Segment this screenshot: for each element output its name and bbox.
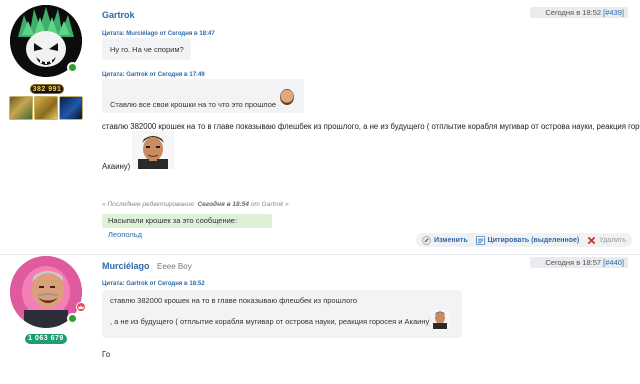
edit-button[interactable]: Изменить xyxy=(422,235,468,245)
edited-suffix: от Gartrok » xyxy=(250,201,289,208)
post-date-text: Сегодня в 18:52 xyxy=(545,8,602,17)
quote-text: , а не из будущего ( отплытие корабля му… xyxy=(110,317,432,326)
reputation-badge: 382 991 xyxy=(30,84,64,94)
sticker-image xyxy=(132,131,174,169)
sticker-face-icon xyxy=(132,131,174,169)
post-body: Го xyxy=(102,350,111,359)
sticker-face-icon xyxy=(430,309,450,329)
thanks-bar: Насыпали крошек за это сообщение: Леопол… xyxy=(102,214,272,239)
sticker-image xyxy=(430,309,450,329)
post-date-text: Сегодня в 18:57 xyxy=(545,258,602,267)
quote-text: Ну го. На че спорим? xyxy=(110,45,184,54)
thanks-label: Насыпали крошек за это сообщение: xyxy=(108,216,238,225)
quote-text: Ставлю все свои крошки на то что это про… xyxy=(110,100,277,109)
edited-time: Сегодня в 18:54 xyxy=(197,201,249,208)
delete-icon xyxy=(587,236,596,244)
reputation-badge: 1 063 679 xyxy=(25,334,67,344)
last-edited-note: « Последнее редактирование: Сегодня в 18… xyxy=(102,201,289,208)
quote-header[interactable]: Цитата: Murciélago от Сегодня в 18:47 xyxy=(102,31,215,37)
medal-icon-2 xyxy=(34,96,58,120)
quote-text: ставлю 382000 крошек на то в главе показ… xyxy=(110,296,357,305)
post-number-link[interactable]: [#439] xyxy=(603,8,624,17)
post-440: 1 063 679 Murciélago Eeee Boy Сегодня в … xyxy=(0,254,640,384)
post-author[interactable]: Murciélago xyxy=(102,261,150,271)
crown-icon xyxy=(78,305,84,309)
edit-icon xyxy=(422,235,431,245)
edited-prefix: « Последнее редактирование: xyxy=(102,201,196,208)
crown-badge-icon xyxy=(76,302,86,312)
delete-label: Удалить xyxy=(599,236,626,244)
quote-header[interactable]: Цитата: Gartrok от Сегодня в 18:52 xyxy=(102,281,205,287)
quote-button[interactable]: Цитировать (выделенное) xyxy=(475,235,580,245)
post-date: Сегодня в 18:52 [#439] xyxy=(530,7,628,18)
post-date: Сегодня в 18:57 [#440] xyxy=(530,257,628,268)
quote-icon xyxy=(475,235,485,245)
post-actions: Изменить Цитировать (выделенное) Удалить xyxy=(415,233,632,247)
online-status-icon xyxy=(67,313,78,324)
medal-icon-3 xyxy=(59,96,83,120)
thanks-user-link[interactable]: Леопольд xyxy=(108,230,142,239)
quote-label: Цитировать (выделенное) xyxy=(487,236,580,244)
post-body-line: ставлю 382000 крошек на то в главе показ… xyxy=(102,122,640,131)
post-number-link[interactable]: [#440] xyxy=(603,258,624,267)
emoji-face-icon xyxy=(280,89,294,105)
quote-box: ставлю 382000 крошек на то в главе показ… xyxy=(102,290,462,338)
author-title: Eeee Boy xyxy=(157,262,192,271)
delete-button[interactable]: Удалить xyxy=(587,236,626,245)
edit-label: Изменить xyxy=(433,236,468,244)
post-author[interactable]: Gartrok xyxy=(102,10,135,20)
medal-icon-1 xyxy=(9,96,33,120)
online-status-icon xyxy=(67,62,78,73)
post-439: 382 991 Gartrok Сегодня в 18:52 [#439] Ц… xyxy=(0,0,640,254)
post-body-line: Акаину) xyxy=(102,162,131,171)
quote-box: Ставлю все свои крошки на то что это про… xyxy=(102,79,304,113)
quote-header[interactable]: Цитата: Gartrok от Сегодня в 17:49 xyxy=(102,72,205,78)
quote-box: Ну го. На че спорим? xyxy=(102,38,191,60)
